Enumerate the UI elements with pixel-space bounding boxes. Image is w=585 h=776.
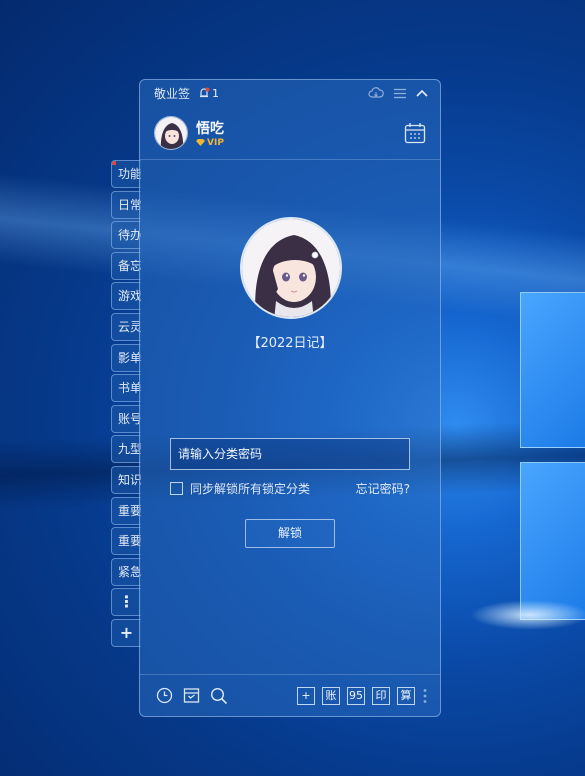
category-tab[interactable]: 知识 (111, 465, 141, 494)
windows-logo-pane-bottom (520, 462, 585, 620)
ledger-button[interactable]: 账 (322, 686, 340, 705)
user-info: 悟吃 VIP (196, 118, 224, 148)
notification-count: 1 (212, 86, 220, 100)
collapse-icon (416, 89, 428, 97)
avatar[interactable] (154, 115, 188, 150)
search-button[interactable] (210, 687, 228, 705)
category-tab[interactable]: 云灵 (111, 312, 141, 341)
collapse-button[interactable] (416, 89, 428, 97)
diamond-icon (196, 139, 205, 146)
menu-button[interactable] (394, 88, 406, 99)
category-tabs: 功能 日常 待办 备忘 游戏 云灵 影单 书单 账号 九型 知识 重要 重要 紧… (111, 160, 141, 650)
app-panel: 敬业签 1 悟吃 VIP 【2022日记】 同步解锁所有锁定分类 忘记密码? 解… (139, 79, 441, 717)
category-tab[interactable]: 紧急 (111, 557, 141, 586)
bell-icon (200, 87, 210, 98)
windows-logo-pane-top (520, 292, 585, 448)
cloud-sync-button[interactable] (368, 87, 384, 99)
category-tab[interactable]: 游戏 (111, 282, 141, 311)
notification-button[interactable]: 1 (198, 87, 219, 100)
category-tab[interactable]: 九型 (111, 435, 141, 464)
search-icon (210, 687, 228, 704)
forgot-password-link[interactable]: 忘记密码? (356, 480, 410, 497)
title-bar: 敬业签 1 (140, 80, 440, 106)
app-title: 敬业签 (154, 86, 191, 101)
menu-icon (394, 88, 406, 98)
archive-icon (183, 688, 200, 703)
sync-unlock-label: 同步解锁所有锁定分类 (190, 482, 311, 496)
category-tab[interactable]: 重要 (111, 496, 141, 525)
more-categories-button[interactable]: ⋮ (111, 588, 141, 617)
category-avatar (240, 217, 342, 319)
category-tab[interactable]: 日常 (111, 190, 141, 219)
user-row: 悟吃 VIP (140, 106, 440, 160)
category-tab[interactable]: 备忘 (111, 251, 141, 280)
sync-unlock-checkbox[interactable] (170, 482, 183, 495)
category-tab[interactable]: 账号 (111, 404, 141, 433)
add-category-button[interactable]: + (111, 618, 141, 647)
more-vertical-icon (423, 688, 427, 703)
cloud-icon (368, 87, 384, 98)
calendar-icon (404, 122, 426, 143)
vip-badge: VIP (196, 138, 224, 148)
calculator-button[interactable]: 算 (397, 686, 415, 705)
print-button[interactable]: 印 (372, 686, 390, 705)
category-tab[interactable]: 书单 (111, 374, 141, 403)
password-input[interactable] (170, 438, 410, 470)
archive-button[interactable] (183, 687, 200, 704)
add-note-button[interactable]: + (297, 686, 315, 705)
desktop-glow (470, 600, 585, 630)
unlock-button[interactable]: 解锁 (245, 519, 335, 548)
category-tab[interactable]: 影单 (111, 343, 141, 372)
category-name: 【2022日记】 (247, 336, 333, 351)
category-tab[interactable]: 功能 (111, 160, 141, 188)
bottom-toolbar: + 账 95 印 算 (140, 674, 440, 716)
category-tab[interactable]: 重要 (111, 527, 141, 556)
calendar-button[interactable] (404, 122, 426, 144)
category-tab[interactable]: 待办 (111, 221, 141, 250)
user-name: 悟吃 (196, 120, 224, 137)
clock-icon (156, 687, 173, 704)
reminder-button[interactable] (156, 687, 173, 704)
shortcut-95-button[interactable]: 95 (347, 686, 365, 705)
sync-unlock-row: 同步解锁所有锁定分类 忘记密码? (170, 480, 410, 497)
more-button[interactable] (422, 688, 428, 704)
